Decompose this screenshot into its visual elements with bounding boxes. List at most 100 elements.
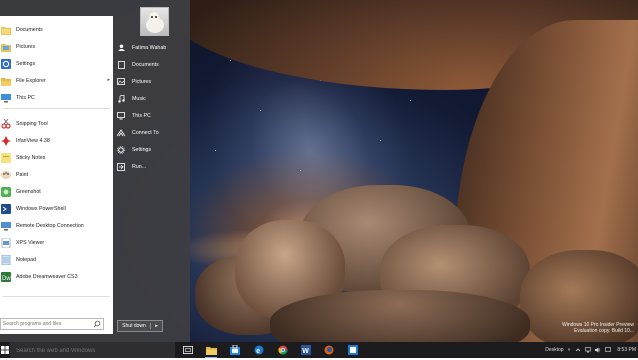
program-item-snipping-tool[interactable]: Snipping Tool xyxy=(0,115,113,132)
program-item-file-explorer[interactable]: File Explorer ▸ xyxy=(0,72,113,89)
dreamweaver-icon: Dw xyxy=(1,271,11,282)
program-label: Remote Desktop Connection xyxy=(16,222,84,229)
right-item-pictures[interactable]: Pictures xyxy=(117,73,187,90)
snipping-tool-icon xyxy=(1,118,11,129)
computer-icon xyxy=(117,111,125,120)
shutdown-button[interactable]: Shut down xyxy=(118,323,151,329)
program-item-paint[interactable]: Paint xyxy=(0,166,113,183)
pictures-folder-icon xyxy=(1,43,11,52)
program-item-this-pc[interactable]: This PC xyxy=(0,89,113,106)
documents-folder-icon xyxy=(1,26,11,35)
svg-text:e: e xyxy=(256,348,260,355)
sticky-notes-icon xyxy=(1,152,11,163)
program-label: XPS Viewer xyxy=(16,239,45,246)
network-icon[interactable] xyxy=(585,347,592,353)
clock[interactable]: 8:53 PM xyxy=(617,347,636,353)
firefox-icon[interactable] xyxy=(323,344,335,356)
star xyxy=(215,150,216,151)
program-item-greenshot[interactable]: Greenshot xyxy=(0,183,113,200)
program-item-pictures[interactable]: Pictures xyxy=(0,38,113,55)
edge-browser-icon[interactable]: e xyxy=(253,344,265,356)
powershell-icon xyxy=(1,203,11,214)
desktop-toolbar-label[interactable]: Desktop xyxy=(545,347,563,353)
start-search-box[interactable] xyxy=(0,318,104,330)
xps-viewer-icon xyxy=(1,237,11,248)
right-item-label: Pictures xyxy=(132,78,152,85)
start-button[interactable] xyxy=(0,342,10,358)
taskbar-search[interactable] xyxy=(10,342,175,360)
chevron-up-icon[interactable] xyxy=(575,347,581,353)
irfanview-icon xyxy=(1,135,11,146)
action-center-icon[interactable] xyxy=(605,347,612,353)
program-label: Notepad xyxy=(16,256,37,263)
connect-to-icon xyxy=(117,128,125,137)
program-item-irfanview[interactable]: IrfanView 4.38 xyxy=(0,132,113,149)
file-explorer-taskbar-icon[interactable] xyxy=(205,344,217,358)
greenshot-icon xyxy=(1,186,11,197)
volume-icon[interactable] xyxy=(595,347,601,353)
right-item-label: This PC xyxy=(132,112,151,119)
star xyxy=(300,170,301,171)
program-item-dreamweaver[interactable]: Dw Adobe Dreamweaver CS3 xyxy=(0,268,113,285)
settings-icon xyxy=(117,145,125,154)
right-item-documents[interactable]: Documents xyxy=(117,56,187,73)
program-item-documents[interactable]: Documents xyxy=(0,21,113,38)
program-label: Adobe Dreamweaver CS3 xyxy=(16,273,78,280)
settings-gear-icon xyxy=(1,58,11,69)
shutdown-button-group: Shut down ▸ xyxy=(117,320,163,332)
taskbar: e W Desktop » 8:53 PM xyxy=(0,342,638,360)
program-item-settings[interactable]: Settings xyxy=(0,55,113,72)
run-icon xyxy=(117,162,125,171)
word-icon[interactable]: W xyxy=(300,344,312,356)
program-label: Documents xyxy=(16,26,43,33)
program-item-powershell[interactable]: Windows PowerShell xyxy=(0,200,113,217)
program-label: Snipping Tool xyxy=(16,120,48,127)
pictures-icon xyxy=(117,78,125,86)
right-item-music[interactable]: Music xyxy=(117,90,187,107)
program-label: IrfanView 4.38 xyxy=(16,137,50,144)
right-item-label: Settings xyxy=(132,146,152,153)
star xyxy=(410,100,411,101)
submenu-arrow-icon: ▸ xyxy=(107,77,110,83)
right-item-connect-to[interactable]: Connect To xyxy=(117,124,187,141)
program-label: Settings xyxy=(16,60,36,67)
program-label: Windows PowerShell xyxy=(16,205,66,212)
program-item-remote-desktop[interactable]: Remote Desktop Connection xyxy=(0,217,113,234)
svg-text:W: W xyxy=(302,348,309,355)
store-icon[interactable] xyxy=(229,344,241,356)
windows-logo-icon xyxy=(1,346,9,354)
right-item-settings[interactable]: Settings xyxy=(117,141,187,158)
task-view-icon[interactable] xyxy=(182,344,194,356)
program-label: Sticky Notes xyxy=(16,154,46,161)
divider xyxy=(3,108,110,109)
svg-text:Dw: Dw xyxy=(2,276,11,282)
right-item-label: Connect To xyxy=(132,129,159,136)
program-item-notepad[interactable]: Notepad xyxy=(0,251,113,268)
right-item-label: Run... xyxy=(132,163,147,170)
right-item-this-pc[interactable]: This PC xyxy=(117,107,187,124)
user-name-link[interactable]: Fatima Wahab xyxy=(117,39,187,56)
program-label: File Explorer xyxy=(16,77,46,84)
remote-desktop-icon xyxy=(1,221,11,230)
chrome-icon[interactable] xyxy=(277,344,289,356)
start-search-input[interactable] xyxy=(1,319,91,329)
this-pc-icon xyxy=(1,93,11,102)
program-item-sticky-notes[interactable]: Sticky Notes xyxy=(0,149,113,166)
right-item-run[interactable]: Run... xyxy=(117,158,187,175)
toolbar-arrow-icon[interactable]: » xyxy=(568,347,571,353)
windows-watermark: Windows 10 Pro Insider Preview Evaluatio… xyxy=(562,322,634,334)
app-icon[interactable] xyxy=(347,344,359,356)
file-explorer-icon xyxy=(1,77,11,86)
user-icon xyxy=(117,44,125,52)
program-label: This PC xyxy=(16,94,35,101)
taskbar-search-input[interactable] xyxy=(10,342,168,360)
program-label: Paint xyxy=(16,171,29,178)
programs-panel: Documents Pictures Settings File Explore… xyxy=(0,16,113,334)
right-item-label: Music xyxy=(132,95,146,102)
system-tray: Desktop » 8:53 PM xyxy=(545,342,636,358)
user-avatar[interactable] xyxy=(140,7,169,36)
music-icon xyxy=(117,94,125,103)
user-photo xyxy=(146,9,164,33)
shutdown-options-arrow[interactable]: ▸ xyxy=(151,323,162,329)
program-item-xps-viewer[interactable]: XPS Viewer xyxy=(0,234,113,251)
